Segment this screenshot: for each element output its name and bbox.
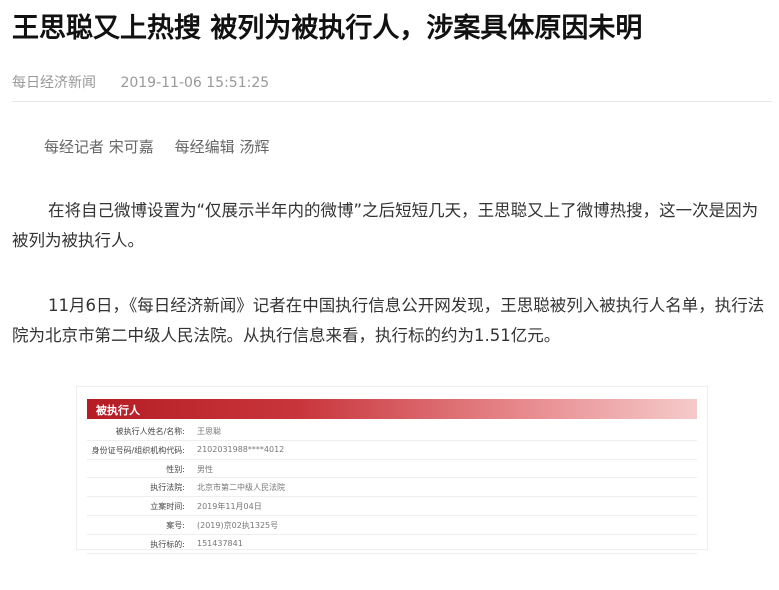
record-row: 执行法院: 北京市第二中级人民法院 <box>87 478 697 498</box>
record-label: 执行法院: <box>150 483 185 493</box>
byline: 每经记者 宋可嘉 每经编辑 汤辉 <box>44 136 269 157</box>
record-label: 案号: <box>166 520 185 530</box>
article-source[interactable]: 每日经济新闻 <box>12 75 96 91</box>
record-value: 2019年11月04日 <box>197 502 262 512</box>
record-label: 身份证号码/组织机构代码: <box>91 445 185 455</box>
court-record-screenshot: 被执行人 被执行人姓名/名称: 王思聪 身份证号码/组织机构代码: 210203… <box>77 387 707 554</box>
record-label: 性别: <box>166 464 185 474</box>
record-label: 立案时间: <box>150 502 185 512</box>
record-table: 被执行人姓名/名称: 王思聪 身份证号码/组织机构代码: 2102031988*… <box>87 422 697 554</box>
record-row: 被执行人姓名/名称: 王思聪 <box>87 422 697 441</box>
header-divider <box>12 101 772 102</box>
record-row: 执行标的: 151437841 <box>87 535 697 554</box>
article-paragraph: 在将自己微博设置为“仅展示半年内的微博”之后短短几天，王思聪又上了微博热搜，这一… <box>12 201 759 250</box>
record-row: 身份证号码/组织机构代码: 2102031988****4012 <box>87 441 697 460</box>
record-row: 案号: (2019)京02执1325号 <box>87 516 697 535</box>
reporter-credit: 每经记者 宋可嘉 <box>44 138 154 156</box>
article-datetime: 2019-11-06 15:51:25 <box>120 75 270 91</box>
record-row: 性别: 男性 <box>87 460 697 479</box>
record-value: 北京市第二中级人民法院 <box>197 483 285 493</box>
editor-credit: 每经编辑 汤辉 <box>174 138 270 156</box>
record-header-bar: 被执行人 <box>87 399 697 419</box>
article-meta: 每日经济新闻 2019-11-06 15:51:25 <box>12 72 269 92</box>
record-value: (2019)京02执1325号 <box>197 520 279 530</box>
record-value: 王思聪 <box>197 427 221 436</box>
article-paragraph: 11月6日，《每日经济新闻》记者在中国执行信息公开网发现，王思聪被列入被执行人名… <box>12 296 765 345</box>
record-value: 男性 <box>197 464 213 474</box>
record-header-title: 被执行人 <box>96 404 140 417</box>
record-label: 被执行人姓名/名称: <box>115 427 185 436</box>
record-row: 立案时间: 2019年11月04日 <box>87 497 697 516</box>
record-value: 2102031988****4012 <box>197 444 285 454</box>
record-label: 执行标的: <box>150 539 185 549</box>
record-value: 151437841 <box>197 538 243 548</box>
article-title: 王思聪又上热搜 被列为被执行人，涉案具体原因未明 <box>12 13 643 44</box>
